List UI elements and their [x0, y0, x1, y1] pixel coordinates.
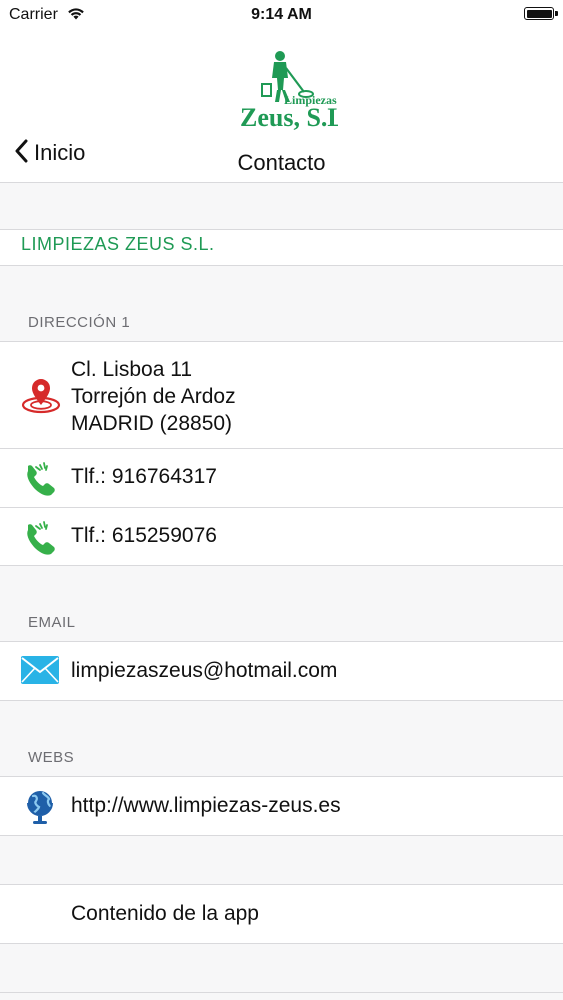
envelope-icon [20, 655, 60, 690]
app-content-label: Contenido de la app [71, 902, 259, 925]
phone-cell-2[interactable]: Tlf.: 615259076 [0, 508, 563, 566]
address-line-province: MADRID (28850) [71, 412, 233, 435]
address-group: Cl. Lisboa 11 Torrejón de Ardoz MADRID (… [0, 341, 563, 566]
phone-number-2: Tlf.: 615259076 [71, 524, 217, 547]
phone-icon [22, 461, 58, 504]
address-line-city: Torrejón de Ardoz [71, 385, 236, 408]
company-logo: Limpiezas Zeus, S.L. [228, 48, 351, 132]
website-cell[interactable]: http://www.limpiezas-zeus.es [0, 776, 563, 836]
company-name-row: LIMPIEZAS ZEUS S.L. [0, 229, 563, 266]
battery-icon [524, 7, 558, 20]
app-content-cell[interactable]: Contenido de la app [0, 884, 563, 944]
status-bar: Carrier 9:14 AM [0, 0, 563, 30]
address-section-header: DIRECCIÓN 1 [28, 314, 131, 331]
webs-section-header: WEBS [28, 749, 75, 766]
logo-line2: Zeus, S.L. [240, 103, 338, 130]
address-cell[interactable]: Cl. Lisboa 11 Torrejón de Ardoz MADRID (… [0, 342, 563, 448]
phone-cell-1[interactable]: Tlf.: 916764317 [0, 449, 563, 507]
email-section-header: EMAIL [28, 614, 76, 631]
page-title: Contacto [237, 150, 326, 175]
status-time: 9:14 AM [251, 6, 312, 23]
phone-icon [22, 520, 58, 563]
bottom-divider [0, 992, 563, 993]
website-url: http://www.limpiezas-zeus.es [71, 794, 341, 817]
address-line-street: Cl. Lisboa 11 [71, 358, 193, 381]
globe-icon [24, 789, 56, 830]
phone-number-1: Tlf.: 916764317 [71, 465, 217, 488]
email-address: limpiezaszeus@hotmail.com [71, 659, 338, 682]
navigation-bar: Limpiezas Zeus, S.L. Inicio Contacto [0, 30, 563, 183]
email-cell[interactable]: limpiezaszeus@hotmail.com [0, 641, 563, 701]
location-pin-icon [20, 378, 62, 419]
